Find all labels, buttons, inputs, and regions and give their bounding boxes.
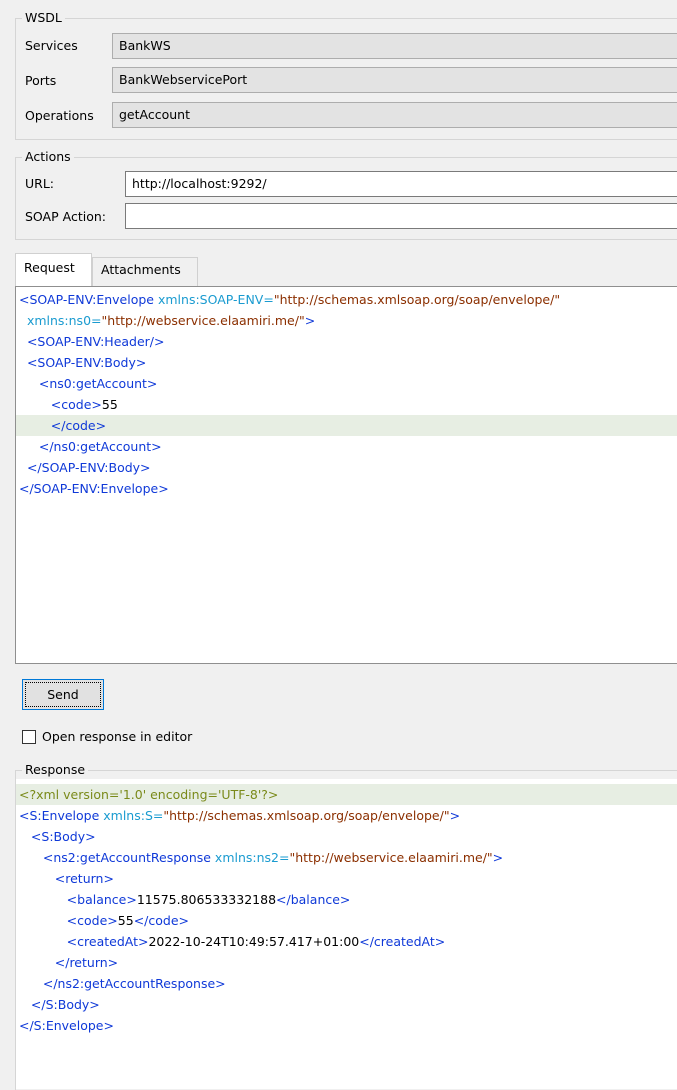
- response-code-token: <ns2:getAccountResponse: [19, 850, 215, 865]
- response-code-line: <?xml version='1.0' encoding='UTF-8'?>: [16, 784, 677, 805]
- tab-attachments[interactable]: Attachments: [92, 257, 198, 286]
- wsdl-group-title: WSDL: [22, 10, 65, 26]
- response-code-line: </S:Envelope>: [16, 1015, 677, 1036]
- tab-request-label: Request: [24, 260, 75, 275]
- request-code-token: <SOAP-ENV:Body>: [19, 355, 147, 370]
- response-code-token: <code>: [19, 913, 118, 928]
- response-code-line: <code>55</code>: [16, 910, 677, 931]
- response-group-title: Response: [22, 762, 89, 778]
- response-code-token: </S:Body>: [19, 997, 100, 1012]
- request-code-token: <SOAP-ENV:Header/>: [19, 334, 165, 349]
- response-code-token: </createdAt>: [359, 934, 446, 949]
- response-code-token: <?xml version='1.0' encoding='UTF-8'?>: [19, 787, 279, 802]
- soap-action-input[interactable]: [125, 203, 677, 229]
- response-code-token: >: [449, 808, 461, 823]
- response-code-token: </code>: [133, 913, 189, 928]
- request-code-token: <code>: [19, 397, 102, 412]
- response-code-token: 55: [117, 913, 134, 928]
- actions-group-title: Actions: [22, 149, 74, 165]
- request-code-token: </ns0:getAccount>: [19, 439, 162, 454]
- open-response-checkbox[interactable]: [22, 730, 36, 744]
- response-code-line: <createdAt>2022-10-24T10:49:57.417+01:00…: [16, 931, 677, 952]
- request-code-line: <code>55: [16, 394, 677, 415]
- response-code-token: <balance>: [19, 892, 137, 907]
- response-code-token: xmlns:S=: [103, 808, 164, 823]
- response-code-token: </return>: [19, 955, 119, 970]
- response-code-line: <return>: [16, 868, 677, 889]
- request-editor[interactable]: <SOAP-ENV:Envelope xmlns:SOAP-ENV="http:…: [15, 286, 677, 664]
- request-code-token: xmlns:SOAP-ENV=: [157, 292, 274, 307]
- response-code-line: <ns2:getAccountResponse xmlns:ns2="http:…: [16, 847, 677, 868]
- operations-field[interactable]: getAccount: [112, 102, 677, 128]
- response-code-line: <balance>11575.806533332188</balance>: [16, 889, 677, 910]
- response-code-line: </return>: [16, 952, 677, 973]
- response-code-token: </S:Envelope>: [19, 1018, 114, 1033]
- response-code-token: <createdAt>: [19, 934, 149, 949]
- response-code-token: <return>: [19, 871, 114, 886]
- send-button[interactable]: Send: [22, 679, 104, 710]
- request-code-line: <ns0:getAccount>: [16, 373, 677, 394]
- request-code-token: 55: [101, 397, 118, 412]
- request-code-line: </SOAP-ENV:Body>: [16, 457, 677, 478]
- open-response-label[interactable]: Open response in editor: [42, 729, 192, 745]
- response-code-token: xmlns:ns2=: [214, 850, 290, 865]
- ports-field[interactable]: BankWebservicePort: [112, 67, 677, 93]
- response-code-token: 11575.806533332188: [136, 892, 277, 907]
- request-code-token: <SOAP-ENV:Envelope: [19, 292, 158, 307]
- request-code-token: xmlns:ns0=: [19, 313, 102, 328]
- request-code-token: </SOAP-ENV:Envelope>: [19, 481, 169, 496]
- response-code-token: 2022-10-24T10:49:57.417+01:00: [148, 934, 360, 949]
- response-code-token: <S:Envelope: [19, 808, 104, 823]
- request-code-line: </code>: [16, 415, 677, 436]
- request-code-line: <SOAP-ENV:Body>: [16, 352, 677, 373]
- response-code-token: </balance>: [276, 892, 351, 907]
- response-editor[interactable]: <?xml version='1.0' encoding='UTF-8'?> <S…: [16, 779, 677, 1089]
- request-code-token: >: [304, 313, 316, 328]
- response-code-line: <S:Body>: [16, 826, 677, 847]
- url-input[interactable]: http://localhost:9292/: [125, 171, 677, 197]
- request-code-line: <SOAP-ENV:Envelope xmlns:SOAP-ENV="http:…: [16, 289, 677, 310]
- request-code-token: "http://webservice.elaamiri.me/": [101, 313, 305, 328]
- response-code-token: <S:Body>: [19, 829, 96, 844]
- services-field[interactable]: BankWS: [112, 33, 677, 59]
- response-code-token: "http://schemas.xmlsoap.org/soap/envelop…: [163, 808, 450, 823]
- response-code-line: <S:Envelope xmlns:S="http://schemas.xmls…: [16, 805, 677, 826]
- operations-label: Operations: [25, 108, 94, 123]
- request-code-line: </ns0:getAccount>: [16, 436, 677, 457]
- send-button-label: Send: [25, 682, 101, 707]
- request-code-line: xmlns:ns0="http://webservice.elaamiri.me…: [16, 310, 677, 331]
- request-code-line: <SOAP-ENV:Header/>: [16, 331, 677, 352]
- request-code-token: </SOAP-ENV:Body>: [19, 460, 151, 475]
- response-code-line: </ns2:getAccountResponse>: [16, 973, 677, 994]
- request-code-token: <ns0:getAccount>: [19, 376, 158, 391]
- response-code-line: </S:Body>: [16, 994, 677, 1015]
- tab-request[interactable]: Request: [15, 253, 92, 287]
- tab-attachments-label: Attachments: [101, 262, 181, 277]
- response-code-token: </ns2:getAccountResponse>: [19, 976, 226, 991]
- url-label: URL:: [25, 176, 55, 191]
- request-code-line: </SOAP-ENV:Envelope>: [16, 478, 677, 499]
- services-label: Services: [25, 38, 78, 53]
- soap-action-label: SOAP Action:: [25, 209, 106, 224]
- ports-label: Ports: [25, 73, 57, 88]
- request-code-token: "http://schemas.xmlsoap.org/soap/envelop…: [273, 292, 561, 307]
- response-code-token: "http://webservice.elaamiri.me/": [289, 850, 493, 865]
- response-code-token: >: [492, 850, 504, 865]
- request-code-token: </code>: [19, 418, 107, 433]
